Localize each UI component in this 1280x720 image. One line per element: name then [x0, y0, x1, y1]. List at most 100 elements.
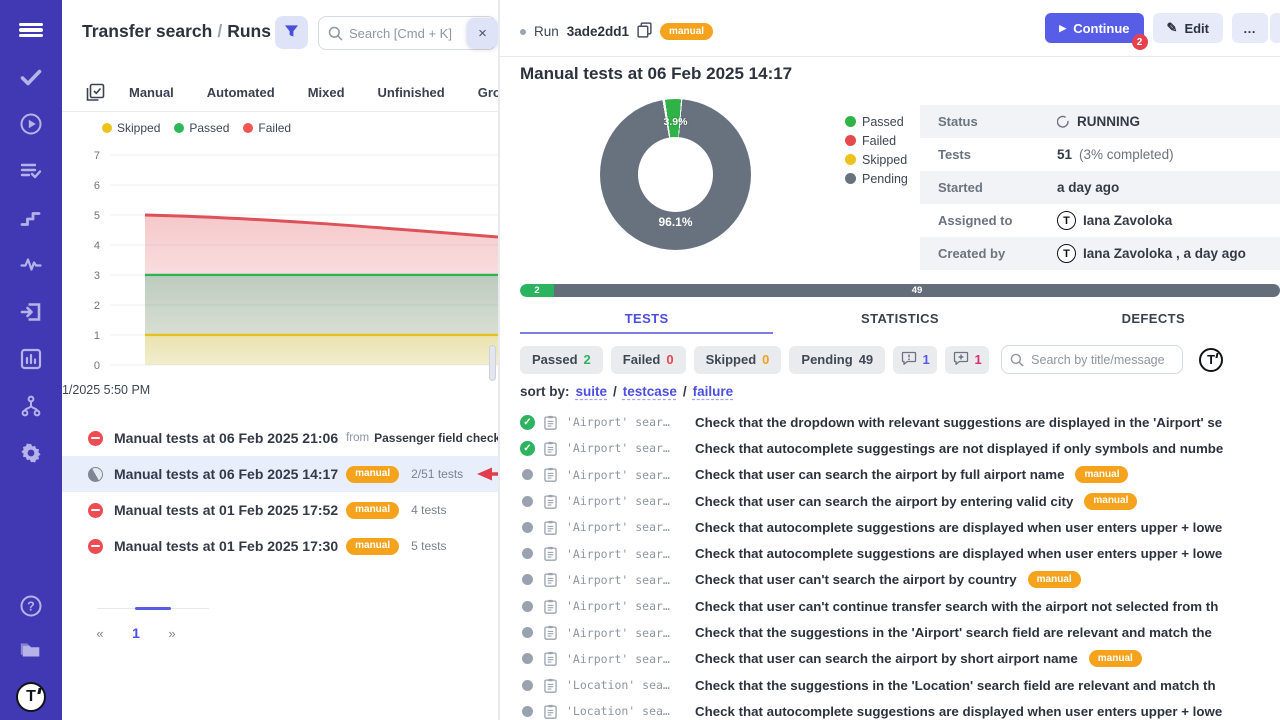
test-suite-name[interactable]: 'Airport' sear… [566, 520, 686, 534]
test-suite-name[interactable]: 'Airport' sear… [566, 626, 686, 640]
test-row[interactable]: 'Airport' sear… Check that user can sear… [520, 488, 1280, 514]
sign-in-icon[interactable] [19, 300, 43, 324]
filter-comment-add-button[interactable]: 1 [945, 346, 989, 374]
test-suite-name[interactable]: 'Airport' sear… [566, 547, 686, 561]
test-row[interactable]: 'Airport' sear… Check that autocomplete … [520, 540, 1280, 566]
test-suite-name[interactable]: 'Airport' sear… [566, 415, 686, 429]
user-filter-avatar[interactable]: T [1199, 348, 1223, 372]
test-status-icon [520, 415, 535, 430]
tab-groups[interactable]: Groups [478, 85, 498, 100]
test-row[interactable]: 'Location' sea… Check that autocomplete … [520, 698, 1280, 720]
legend-skipped[interactable]: Skipped [102, 121, 160, 135]
test-suite-name[interactable]: 'Airport' sear… [566, 652, 686, 666]
sort-testcase-link[interactable]: testcase [623, 384, 677, 399]
test-row[interactable]: 'Airport' sear… Check that user can sear… [520, 462, 1280, 488]
test-suite-name[interactable]: 'Airport' sear… [566, 494, 686, 508]
test-title[interactable]: Check that autocomplete suggestions are … [695, 520, 1222, 535]
test-suite-name[interactable]: 'Airport' sear… [566, 441, 686, 455]
play-circle-icon[interactable] [19, 112, 43, 136]
continue-button[interactable]: ▶ Continue 2 [1045, 13, 1143, 43]
legend-passed[interactable]: Passed [174, 121, 229, 135]
prev-page-button[interactable]: « [82, 626, 118, 641]
test-suite-name[interactable]: 'Location' sea… [566, 678, 686, 692]
assignee-name[interactable]: Iana Zavoloka [1083, 213, 1172, 228]
hamburger-menu-icon[interactable] [19, 18, 43, 42]
filter-comments-button[interactable]: 1 [893, 346, 937, 374]
filter-passed-button[interactable]: Passed2 [520, 346, 603, 374]
tests-search-input[interactable] [1031, 346, 1177, 373]
test-suite-name[interactable]: 'Airport' sear… [566, 468, 686, 482]
test-title[interactable]: Check that autocomplete suggestings are … [695, 441, 1223, 456]
edit-button[interactable]: ✎ Edit [1153, 13, 1223, 43]
run-title[interactable]: Manual tests at 06 Feb 2025 21:06 [114, 430, 338, 446]
test-row[interactable]: 'Airport' sear… Check that user can't co… [520, 593, 1280, 619]
overflow-button-partial[interactable] [1270, 13, 1280, 43]
test-title[interactable]: Check that user can search the airport b… [695, 467, 1064, 482]
account-avatar[interactable]: T [16, 682, 46, 712]
test-row[interactable]: 'Airport' sear… Check that user can't se… [520, 567, 1280, 593]
tests-search [1001, 345, 1183, 374]
run-list-item[interactable]: Manual tests at 01 Feb 2025 17:30 manual… [62, 528, 498, 564]
run-title[interactable]: Manual tests at 01 Feb 2025 17:52 [114, 502, 338, 518]
test-title[interactable]: Check that user can't search the airport… [695, 572, 1017, 587]
select-all-icon[interactable] [86, 83, 105, 102]
test-title[interactable]: Check that autocomplete suggestions are … [695, 704, 1222, 719]
tab-automated[interactable]: Automated [207, 85, 275, 100]
branch-icon[interactable] [19, 394, 43, 418]
run-title[interactable]: Manual tests at 01 Feb 2025 17:30 [114, 538, 338, 554]
creator-avatar[interactable]: T [1057, 244, 1076, 263]
filter-failed-button[interactable]: Failed0 [611, 346, 686, 374]
filter-button[interactable] [275, 16, 308, 49]
tab-statistics[interactable]: STATISTICS [773, 303, 1026, 334]
test-row[interactable]: 'Airport' sear… Check that autocomplete … [520, 435, 1280, 461]
filter-pending-button[interactable]: Pending49 [789, 346, 885, 374]
task-list-icon[interactable] [19, 159, 43, 183]
test-title[interactable]: Check that the suggestions in the 'Locat… [695, 678, 1216, 693]
test-row[interactable]: 'Airport' sear… Check that the dropdown … [520, 409, 1280, 435]
test-title[interactable]: Check that user can't continue transfer … [695, 599, 1218, 614]
page-1-button[interactable]: 1 [118, 625, 154, 641]
creator-name[interactable]: Iana Zavoloka , a day ago [1083, 246, 1246, 261]
test-title[interactable]: Check that the suggestions in the 'Airpo… [695, 625, 1212, 640]
assignee-avatar[interactable]: T [1057, 211, 1076, 230]
run-list-item[interactable]: Manual tests at 06 Feb 2025 21:06 from P… [62, 420, 498, 456]
test-row[interactable]: 'Location' sea… Check that the suggestio… [520, 672, 1280, 698]
test-row[interactable]: 'Airport' sear… Check that autocomplete … [520, 514, 1280, 540]
analytics-icon[interactable] [19, 347, 43, 371]
close-panel-button[interactable]: × [467, 18, 498, 48]
filter-skipped-button[interactable]: Skipped0 [694, 346, 782, 374]
test-row[interactable]: 'Airport' sear… Check that the suggestio… [520, 619, 1280, 645]
next-page-button[interactable]: » [154, 626, 190, 641]
tab-tests[interactable]: TESTS [520, 303, 773, 334]
legend-failed[interactable]: Failed [243, 121, 291, 135]
test-title[interactable]: Check that user can search the airport b… [695, 651, 1078, 666]
breadcrumb-project[interactable]: Transfer search [82, 21, 212, 41]
steps-icon[interactable] [19, 206, 43, 230]
tab-unfinished[interactable]: Unfinished [378, 85, 445, 100]
test-title[interactable]: Check that the dropdown with relevant su… [695, 415, 1222, 430]
test-title[interactable]: Check that autocomplete suggestions are … [695, 546, 1222, 561]
check-icon[interactable] [19, 65, 43, 89]
tab-defects[interactable]: DEFECTS [1027, 303, 1280, 334]
run-title[interactable]: Manual tests at 06 Feb 2025 14:17 [114, 466, 338, 482]
test-row[interactable]: 'Airport' sear… Check that user can sear… [520, 646, 1280, 672]
pulse-icon[interactable] [19, 253, 43, 277]
test-status-icon [520, 467, 535, 482]
test-title[interactable]: Check that user can search the airport b… [695, 494, 1073, 509]
tab-mixed[interactable]: Mixed [308, 85, 345, 100]
gear-icon[interactable] [19, 441, 43, 465]
sort-suite-link[interactable]: suite [576, 384, 608, 399]
folder-icon[interactable] [19, 638, 43, 662]
copy-run-id-button[interactable] [637, 22, 652, 41]
test-suite-name[interactable]: 'Airport' sear… [566, 573, 686, 587]
run-list-item[interactable]: Manual tests at 01 Feb 2025 17:52 manual… [62, 492, 498, 528]
help-icon[interactable]: ? [19, 594, 43, 618]
test-suite-name[interactable]: 'Location' sea… [566, 704, 686, 718]
tab-manual[interactable]: Manual [129, 85, 174, 100]
sort-failure-link[interactable]: failure [693, 384, 734, 399]
test-suite-name[interactable]: 'Airport' sear… [566, 599, 686, 613]
run-list-item[interactable]: Manual tests at 06 Feb 2025 14:17 manual… [62, 456, 498, 492]
scrollbar-thumb[interactable] [489, 345, 496, 381]
more-actions-button[interactable]: … [1232, 13, 1268, 43]
run-source-name[interactable]: Passenger field check [374, 431, 498, 445]
